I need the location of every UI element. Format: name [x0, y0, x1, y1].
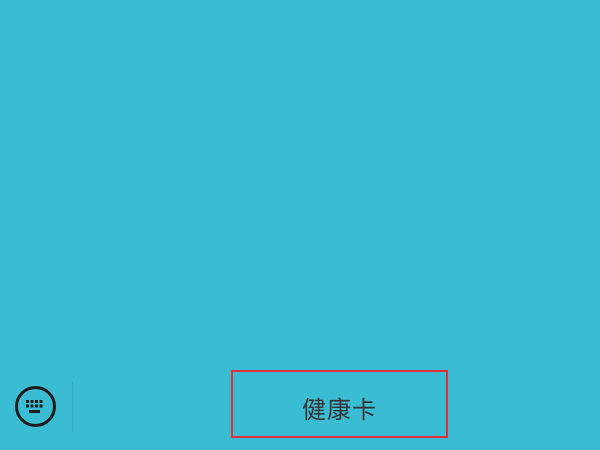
bottom-menu-bar: 健康卡: [0, 370, 600, 450]
chat-screen: 健康卡: [0, 0, 600, 450]
keyboard-toggle-button[interactable]: [15, 386, 56, 427]
bar-divider: [72, 382, 73, 432]
chat-content-area: [0, 0, 600, 370]
menu-item-label: 健康卡: [302, 395, 377, 424]
menu-item-health-card[interactable]: 健康卡: [231, 370, 448, 438]
keyboard-icon: [26, 399, 43, 413]
